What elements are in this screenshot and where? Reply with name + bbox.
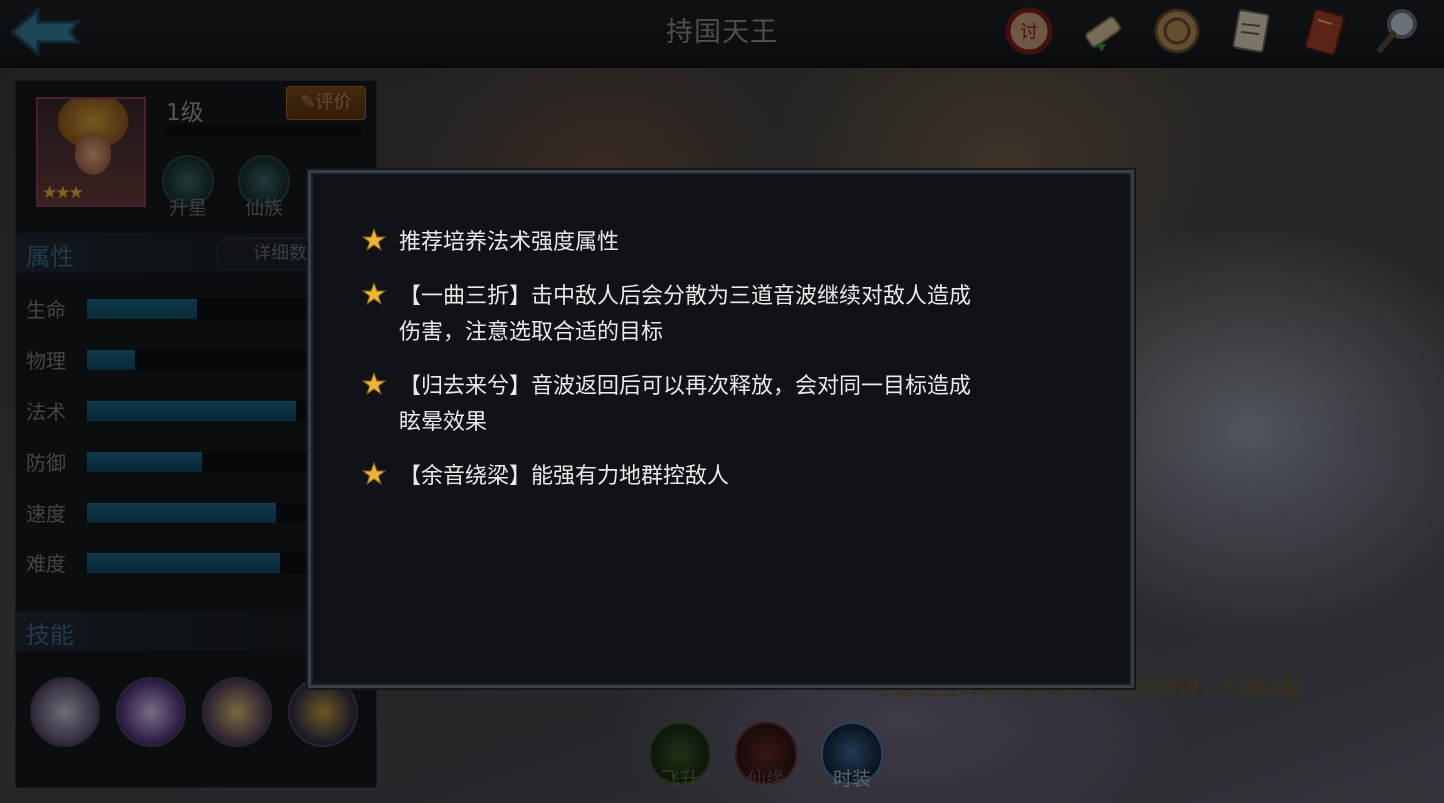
star-icon (361, 227, 387, 252)
list-item: 【一曲三折】击中敌人后会分散为三道音波继续对敌人造成 伤害，注意选取合适的目标 (361, 279, 1081, 351)
list-item: 推荐培养法术强度属性 (361, 225, 1081, 261)
star-icon (361, 281, 387, 306)
list-item: 【余音绕梁】能强有力地群控敌人 (361, 459, 1081, 495)
tip-text: 【归去来兮】音波返回后可以再次释放，会对同一目标造成 眩晕效果 (399, 374, 972, 435)
tip-text: 【余音绕梁】能强有力地群控敌人 (399, 464, 730, 489)
star-icon (361, 461, 387, 486)
hero-tips-dialog: 推荐培养法术强度属性 【一曲三折】击中敌人后会分散为三道音波继续对敌人造成 伤害… (308, 170, 1134, 688)
star-icon (361, 371, 387, 396)
tips-list: 推荐培养法术强度属性 【一曲三折】击中敌人后会分散为三道音波继续对敌人造成 伤害… (361, 225, 1081, 513)
tip-text: 推荐培养法术强度属性 (399, 230, 620, 255)
tip-text: 【一曲三折】击中敌人后会分散为三道音波继续对敌人造成 伤害，注意选取合适的目标 (399, 284, 972, 345)
list-item: 【归去来兮】音波返回后可以再次释放，会对同一目标造成 眩晕效果 (361, 369, 1081, 441)
